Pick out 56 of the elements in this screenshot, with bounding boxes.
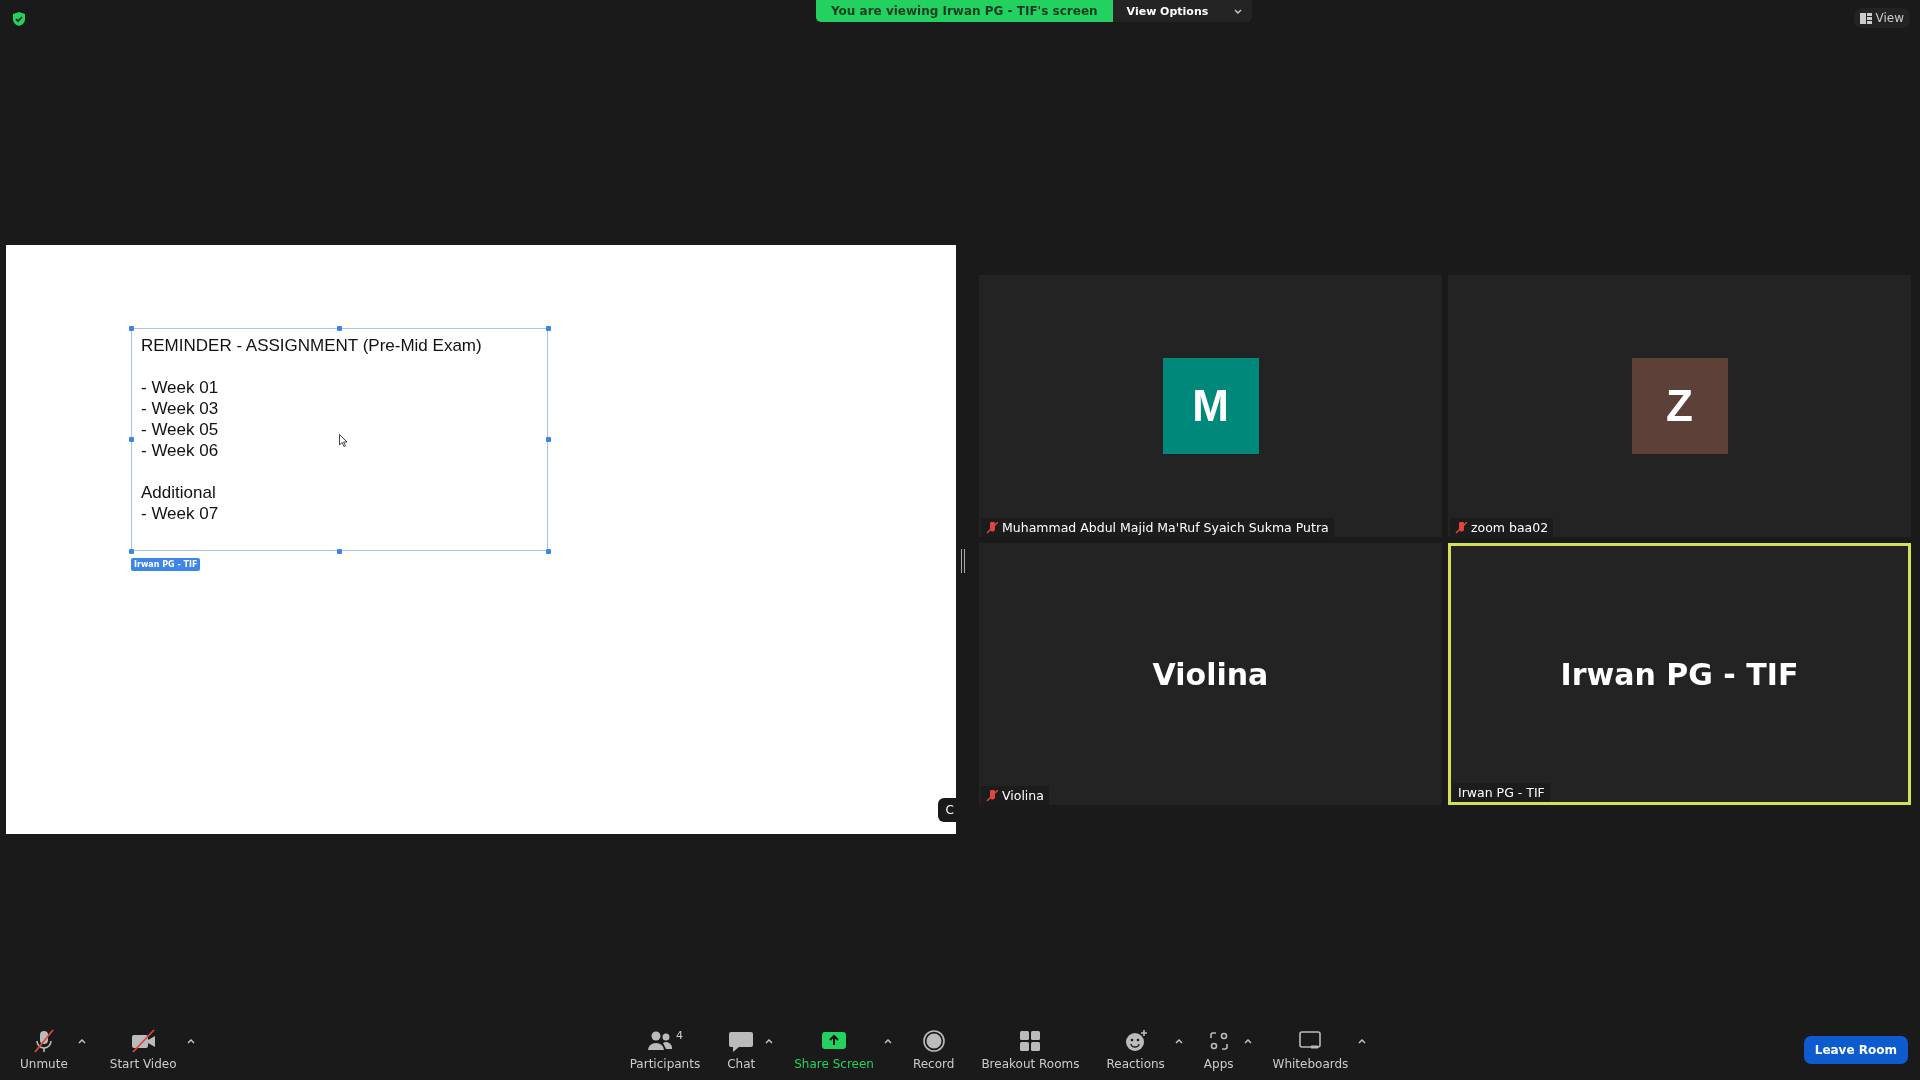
toolbar-button[interactable]: Apps (1195, 1025, 1242, 1075)
toolbar-button[interactable]: Chat (719, 1025, 764, 1075)
toolbar-button[interactable]: Whiteboards (1264, 1025, 1357, 1075)
avatar: M (1162, 358, 1259, 454)
view-options-button[interactable]: View Options (1112, 0, 1253, 22)
video-off-icon (130, 1029, 157, 1053)
view-button[interactable]: View (1853, 8, 1910, 28)
toolbar-button[interactable]: Reactions (1098, 1025, 1173, 1075)
reminder-heading: REMINDER - ASSIGNMENT (Pre-Mid Exam) (141, 335, 482, 356)
resize-handle[interactable] (545, 437, 551, 442)
participant-name: Violina (1152, 656, 1269, 692)
caret-icon (1358, 1038, 1367, 1045)
participant-name: Irwan PG - TIF (1560, 656, 1799, 692)
layout-icon (1859, 12, 1872, 24)
resize-handle[interactable] (337, 548, 342, 554)
text-line: - Week 06 (141, 440, 219, 461)
caret-icon (1234, 7, 1243, 15)
resize-handle[interactable] (337, 325, 342, 331)
caret-icon (186, 1038, 195, 1045)
viewing-banner: You are viewing Irwan PG - TIF's screen (816, 0, 1113, 22)
caret-icon (765, 1038, 774, 1045)
text-line: - Week 01 (141, 377, 219, 398)
resize-handle[interactable] (128, 437, 134, 442)
leave-room-button[interactable]: Leave Room (1803, 1036, 1908, 1064)
participant-name: zoom baa02 (1471, 520, 1549, 535)
participant-name: Muhammad Abdul Majid Ma'Ruf Syaich Sukma Putra (1002, 520, 1329, 535)
toolbar-button[interactable]: Record (904, 1025, 963, 1075)
participant-name: Irwan PG - TIF (1458, 785, 1545, 800)
avatar: Z (1631, 358, 1728, 454)
toolbar-button[interactable]: Unmute (12, 1025, 76, 1075)
text-line: Additional (141, 482, 216, 503)
splitter-handle[interactable] (961, 549, 965, 573)
toolbar-button[interactable]: Breakout Rooms (973, 1025, 1088, 1075)
resize-handle[interactable] (545, 325, 551, 331)
chat-bubble-icon (728, 1029, 755, 1053)
participant-count: 4 (675, 1029, 683, 1042)
toolbar-button[interactable]: Start Video (101, 1025, 185, 1075)
cursor-icon (339, 434, 348, 447)
text-line: - Week 05 (141, 419, 219, 440)
record-icon (920, 1029, 947, 1053)
resize-handle[interactable] (128, 325, 134, 331)
caret-icon (1174, 1038, 1183, 1045)
caret-icon (77, 1038, 86, 1045)
annotator-label: Irwan PG - TIF (131, 558, 201, 571)
text-line: - Week 03 (141, 398, 219, 419)
caret-icon (883, 1038, 892, 1045)
toolbar-button[interactable]: 4 Participants (621, 1025, 709, 1075)
shield-icon[interactable] (12, 12, 26, 26)
side-tab[interactable]: C (937, 798, 956, 822)
participant-name: Violina (1002, 788, 1044, 803)
text-line: - Week 07 (141, 503, 219, 524)
resize-handle[interactable] (128, 548, 134, 554)
toolbar-button[interactable]: Share Screen (786, 1025, 882, 1075)
caret-icon (1243, 1038, 1252, 1045)
resize-handle[interactable] (545, 548, 551, 554)
people-icon (646, 1029, 673, 1053)
